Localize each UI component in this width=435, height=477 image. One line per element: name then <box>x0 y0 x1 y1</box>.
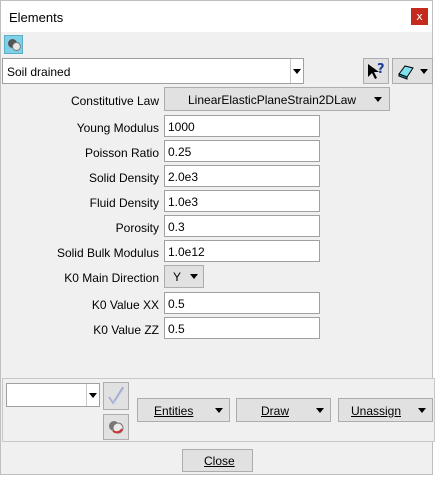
fluid-density-value: 1.0e3 <box>168 195 199 209</box>
porosity-label: Porosity <box>115 221 159 235</box>
solid-density-input[interactable]: 2.0e3 <box>164 165 320 187</box>
close-icon: x <box>416 10 423 23</box>
poisson-ratio-label: Poisson Ratio <box>84 146 159 160</box>
chevron-down-icon <box>418 408 426 413</box>
elements-window: Elements x Soil drained ? Constitutive L… <box>0 0 435 475</box>
young-modulus-value: 1000 <box>168 120 195 134</box>
solid-density-label: Solid Density <box>88 171 159 185</box>
close-button[interactable]: Close <box>182 449 253 472</box>
porosity-input[interactable]: 0.3 <box>164 215 320 237</box>
condition-select-value: Soil drained <box>7 65 71 79</box>
layers-view-icon[interactable] <box>4 35 23 54</box>
unassign-label: Unassign <box>351 404 402 418</box>
chevron-down-icon <box>420 69 428 74</box>
constitutive-law-label: Constitutive Law <box>70 94 159 108</box>
solid-bulk-modulus-label: Solid Bulk Modulus <box>56 246 159 260</box>
k0-value-zz-value: 0.5 <box>168 322 185 336</box>
check-icon <box>108 386 125 405</box>
close-label: Close <box>204 454 235 468</box>
assign-group: Entities Draw Unassign <box>2 378 435 442</box>
chevron-down-icon <box>290 59 303 83</box>
constitutive-law-value: LinearElasticPlaneStrain2DLaw <box>188 93 357 107</box>
k0-value-xx-input[interactable]: 0.5 <box>164 292 320 314</box>
solid-bulk-modulus-input[interactable]: 1.0e12 <box>164 240 320 262</box>
entities-button[interactable]: Entities <box>137 398 230 422</box>
window-title: Elements <box>9 10 64 25</box>
close-window-button[interactable]: x <box>411 8 428 25</box>
chevron-down-icon <box>86 384 99 406</box>
chevron-down-icon <box>316 408 324 413</box>
poisson-ratio-value: 0.25 <box>168 145 192 159</box>
layer-assign-button[interactable] <box>103 414 129 440</box>
chevron-down-icon <box>374 97 382 102</box>
k0-value-zz-label: K0 Value ZZ <box>93 323 159 337</box>
help-pointer-button[interactable]: ? <box>363 58 389 84</box>
help-glyph: ? <box>377 62 385 77</box>
group-select[interactable] <box>6 383 100 407</box>
fluid-density-label: Fluid Density <box>89 196 159 210</box>
porosity-value: 0.3 <box>168 220 185 234</box>
draw-label: Draw <box>261 404 290 418</box>
condition-select[interactable]: Soil drained <box>2 58 304 84</box>
k0-main-direction-label: K0 Main Direction <box>64 271 159 285</box>
draw-button[interactable]: Draw <box>236 398 331 422</box>
assign-button[interactable] <box>103 382 129 410</box>
chevron-down-icon <box>190 274 198 279</box>
k0-main-direction-select[interactable]: Y <box>164 265 204 288</box>
k0-value-zz-input[interactable]: 0.5 <box>164 317 320 339</box>
k0-value-xx-label: K0 Value XX <box>91 298 159 312</box>
chevron-down-icon <box>215 408 223 413</box>
solid-density-value: 2.0e3 <box>168 170 199 184</box>
constitutive-law-select[interactable]: LinearElasticPlaneStrain2DLaw <box>164 87 390 111</box>
solid-bulk-modulus-value: 1.0e12 <box>168 245 205 259</box>
layers-icon <box>109 421 124 434</box>
young-modulus-label: Young Modulus <box>76 121 159 135</box>
unassign-button[interactable]: Unassign <box>338 398 433 422</box>
entities-label: Entities <box>154 404 194 418</box>
fluid-density-input[interactable]: 1.0e3 <box>164 190 320 212</box>
view-menu-button[interactable] <box>392 58 433 84</box>
young-modulus-input[interactable]: 1000 <box>164 115 320 137</box>
layer-icon <box>398 65 414 80</box>
k0-main-direction-value: Y <box>173 270 182 284</box>
title-bar: Elements x <box>1 1 432 32</box>
k0-value-xx-value: 0.5 <box>168 297 185 311</box>
poisson-ratio-input[interactable]: 0.25 <box>164 140 320 162</box>
